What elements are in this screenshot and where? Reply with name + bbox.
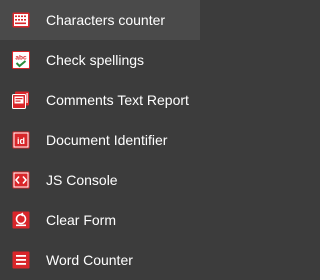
document-identifier-icon-text: id (17, 136, 25, 146)
menu-item-word-counter[interactable]: Word Counter (0, 240, 200, 280)
check-spellings-icon-text: abc (15, 55, 27, 62)
menu-item-label: Check spellings (46, 52, 145, 68)
document-identifier-icon: id (12, 131, 30, 149)
characters-counter-icon (12, 12, 30, 28)
menu-item-document-identifier[interactable]: id Document Identifier (0, 120, 200, 160)
menu-item-label: Comments Text Report (46, 92, 189, 108)
word-counter-icon (12, 251, 30, 269)
js-console-icon (12, 171, 30, 189)
menu-item-label: Document Identifier (46, 132, 168, 148)
menu-item-label: Characters counter (46, 12, 166, 28)
menu-item-comments-text-report[interactable]: Comments Text Report (0, 80, 200, 120)
menu-item-label: Word Counter (46, 252, 133, 268)
menu-item-clear-form[interactable]: Clear Form (0, 200, 200, 240)
comments-report-icon (12, 91, 29, 109)
clear-form-icon (12, 211, 30, 229)
menu-item-js-console[interactable]: JS Console (0, 160, 200, 200)
menu-item-check-spellings[interactable]: abc Check spellings (0, 40, 200, 80)
menu-item-label: Clear Form (46, 212, 117, 228)
menu-item-characters-counter[interactable]: Characters counter (0, 0, 200, 40)
check-spellings-icon: abc (12, 51, 30, 69)
tools-menu: Characters counter abc Check spellings C… (0, 0, 200, 280)
menu-item-label: JS Console (46, 172, 118, 188)
